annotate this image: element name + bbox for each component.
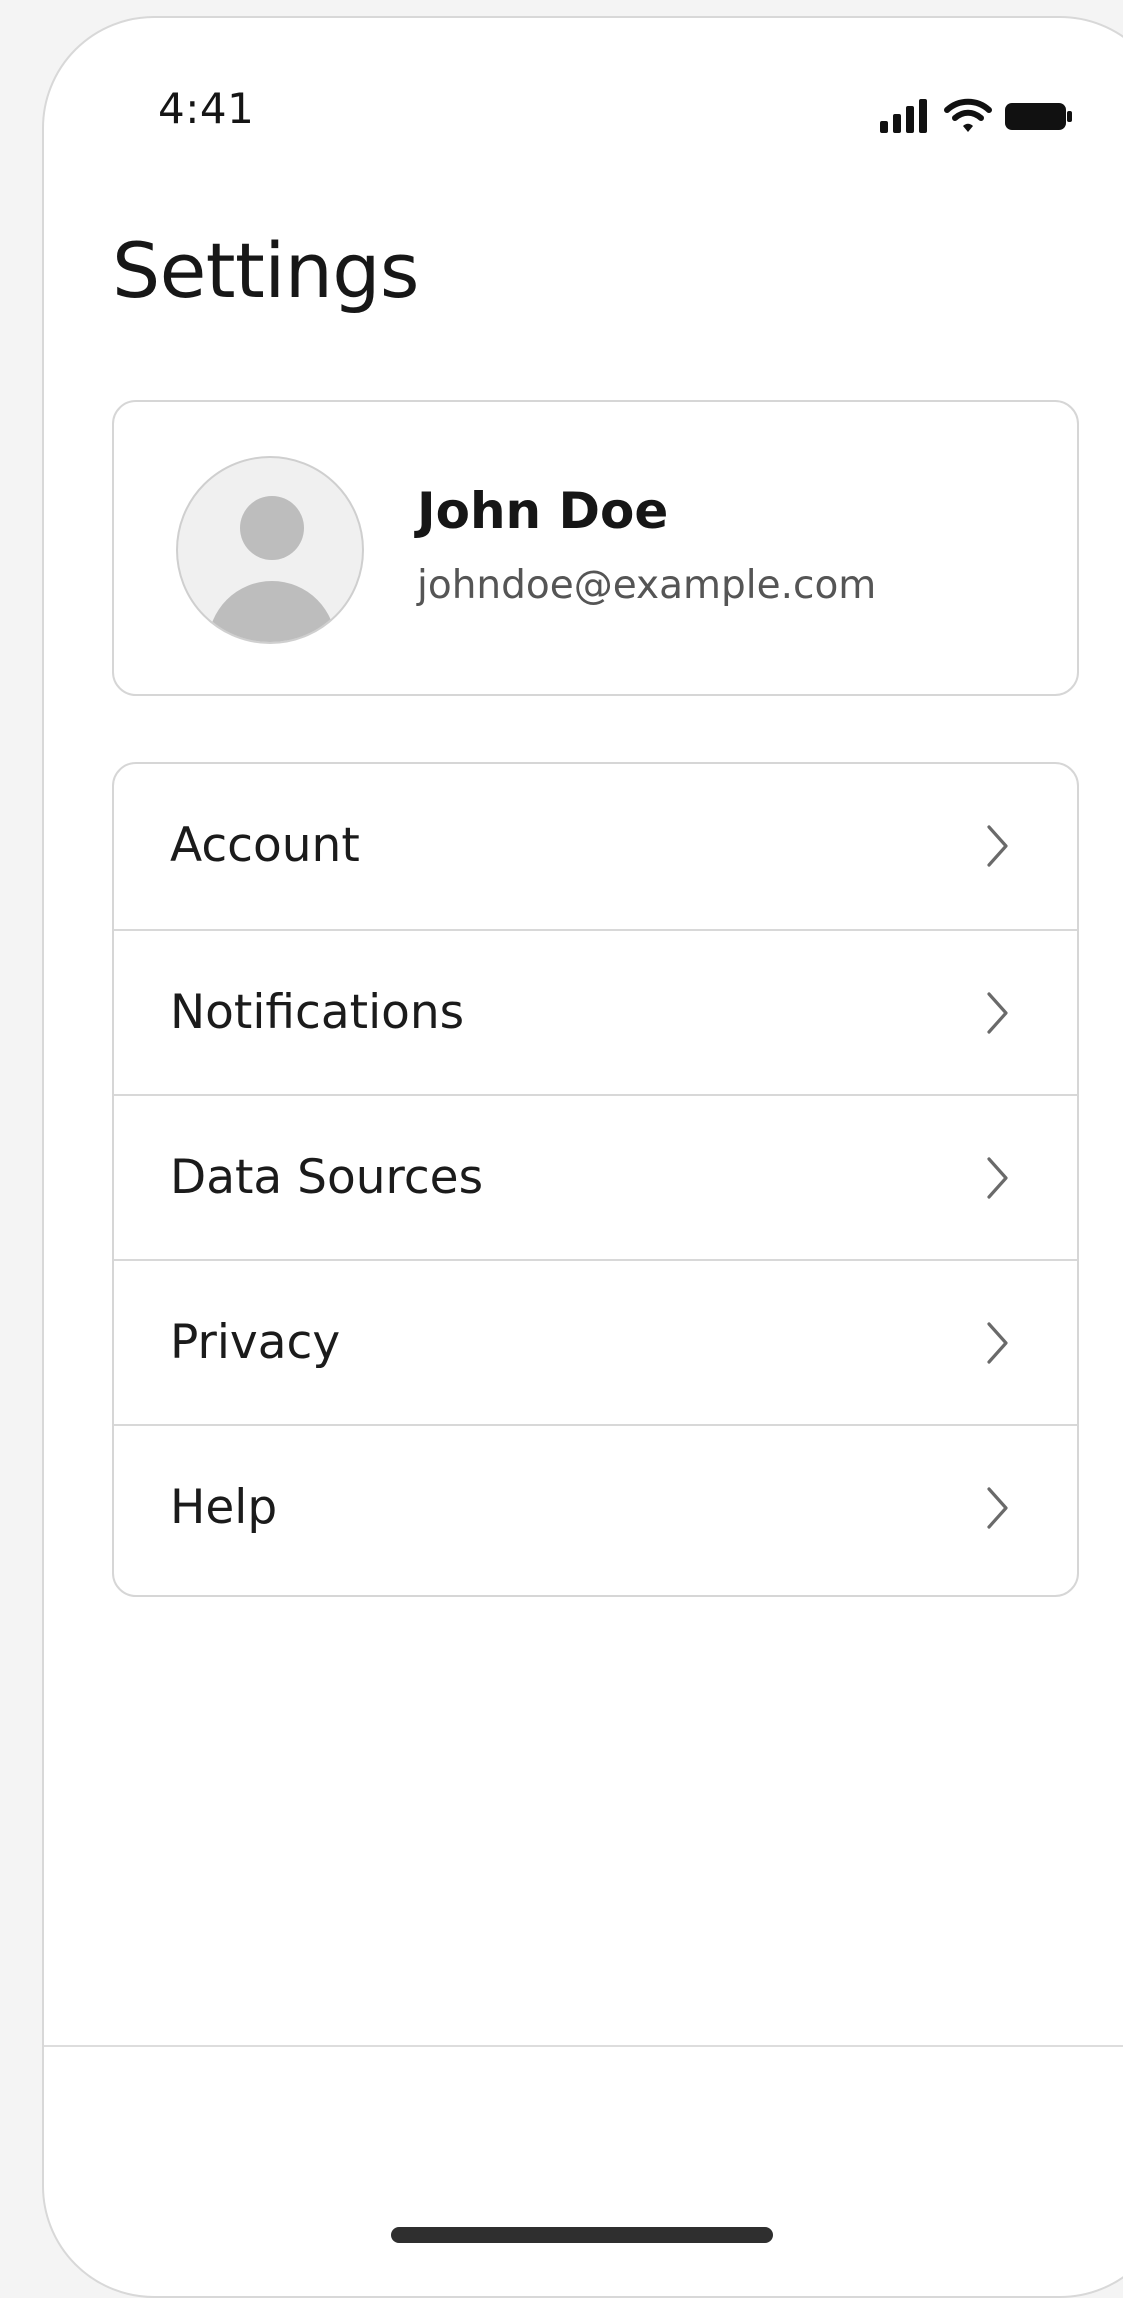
menu-item-account[interactable]: Account	[114, 764, 1077, 929]
chevron-right-icon	[986, 824, 1010, 868]
menu-item-data-sources[interactable]: Data Sources	[114, 1094, 1077, 1259]
menu-item-label: Notifications	[170, 985, 465, 1040]
menu-item-help[interactable]: Help	[114, 1424, 1077, 1589]
chevron-right-icon	[986, 991, 1010, 1035]
chevron-right-icon	[986, 1321, 1010, 1365]
status-icons	[879, 97, 1079, 139]
chevron-right-icon	[986, 1486, 1010, 1530]
menu-item-label: Help	[170, 1480, 278, 1535]
home-indicator[interactable]	[391, 2227, 773, 2243]
profile-name: John Doe	[417, 482, 669, 540]
menu-item-label: Privacy	[170, 1315, 341, 1370]
chevron-right-icon	[986, 1156, 1010, 1200]
wifi-icon	[944, 98, 992, 132]
settings-menu: Account Notifications Data Sources Priva…	[112, 762, 1079, 1597]
battery-icon	[1005, 103, 1072, 130]
menu-item-label: Account	[170, 818, 360, 873]
avatar-head-shape	[240, 496, 304, 560]
menu-item-privacy[interactable]: Privacy	[114, 1259, 1077, 1424]
menu-item-label: Data Sources	[170, 1150, 484, 1205]
profile-email: johndoe@example.com	[417, 563, 877, 608]
avatar-body-shape	[208, 581, 336, 642]
profile-card[interactable]: John Doe johndoe@example.com	[112, 400, 1079, 696]
phone-frame: 4:41 Settings John Doe johndoe@example.c…	[42, 16, 1123, 2298]
signal-icon	[880, 99, 927, 133]
status-bar: 4:41	[44, 18, 1123, 158]
menu-item-notifications[interactable]: Notifications	[114, 929, 1077, 1094]
status-time: 4:41	[158, 84, 255, 133]
user-avatar-placeholder-icon	[176, 456, 364, 644]
page-title: Settings	[112, 226, 420, 315]
bottom-divider	[44, 2045, 1123, 2047]
